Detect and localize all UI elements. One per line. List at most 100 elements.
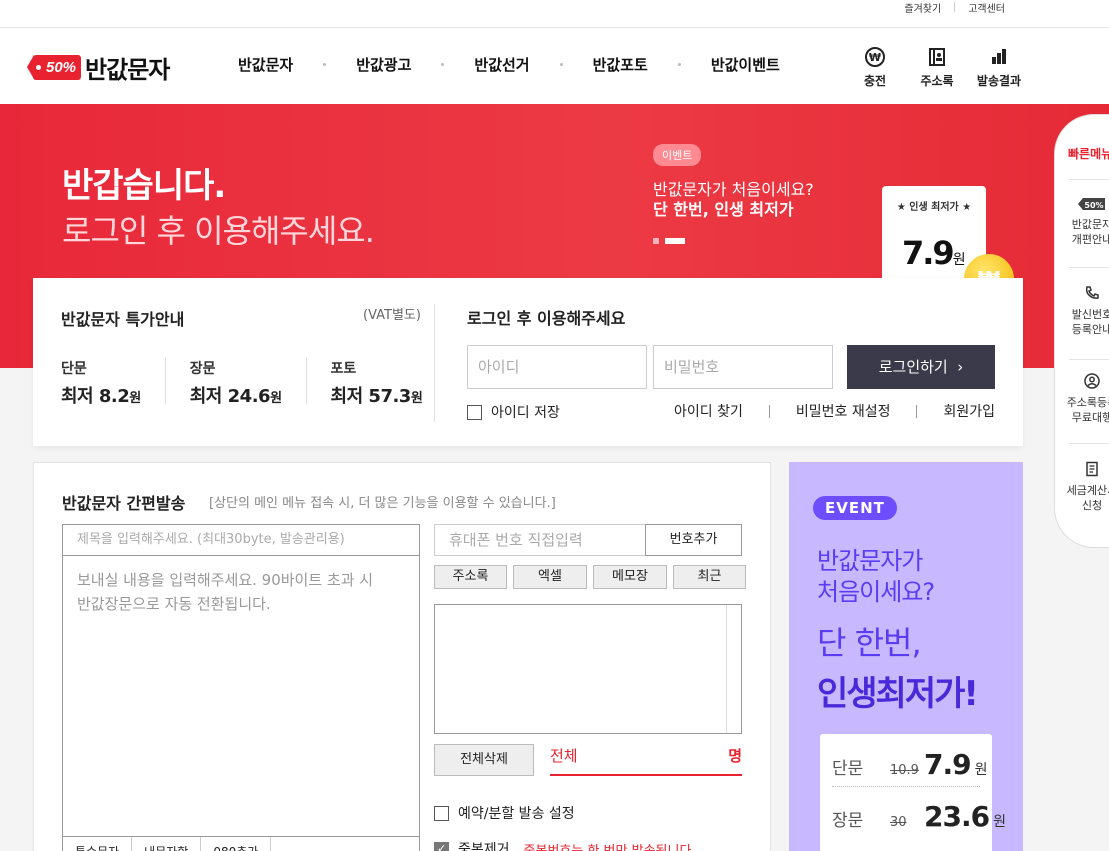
event-line-2[interactable]: 단 한번, 인생 최저가: [653, 196, 794, 220]
checkbox[interactable]: [434, 805, 449, 821]
address-book-label: 주소록: [920, 74, 954, 88]
special-char-button[interactable]: 특수문자: [63, 837, 133, 851]
price-list: 단문 최저 8.2원 장문 최저 24.6원 포토 최저 57.3원: [61, 358, 470, 407]
price-short: 단문 최저 8.2원: [61, 358, 166, 407]
side-menu-title: 빠른메뉴: [1068, 147, 1109, 161]
divider: [916, 404, 918, 418]
side-item-sender-number[interactable]: 발신번호 등록안내: [1061, 285, 1109, 337]
event-coupon: 단문 10.9 7.9 원 장문 30 23.6 원: [820, 734, 1006, 851]
message-tools: 특수문자 내문자함 080추가: [62, 836, 420, 851]
my-messages-button[interactable]: 내문자함: [132, 837, 202, 851]
reserve-checkbox[interactable]: 예약/분할 발송 설정: [434, 803, 575, 823]
coupon-row-short: 단문 10.9 7.9 원: [832, 748, 988, 781]
login-title: 로그인 후 이용해주세요: [467, 309, 626, 328]
support-link[interactable]: 고객센터: [968, 0, 1005, 15]
vat-note: (VAT별도): [363, 308, 421, 323]
nav-dot: [677, 63, 681, 66]
delete-all-button[interactable]: 전체삭제: [434, 744, 534, 776]
logo[interactable]: 50% 반값문자: [26, 50, 170, 85]
quick-send-title: 반값문자 간편발송: [62, 494, 186, 513]
chevron-right-icon: ›: [957, 358, 964, 376]
nav-item-halfsms[interactable]: 반값문자: [238, 54, 293, 75]
pager-dot[interactable]: [653, 238, 659, 244]
nav-item-halfevent[interactable]: 반값이벤트: [711, 54, 780, 75]
scrollbar[interactable]: [726, 605, 741, 733]
svg-text:50%: 50%: [1084, 201, 1103, 210]
excel-source-button[interactable]: 엑셀: [513, 565, 587, 589]
source-buttons: 주소록 엑셀 메모장 최근: [434, 565, 752, 589]
dedup-note: 중복번호는 한 번만 발송됩니다: [523, 843, 692, 851]
add-number-button[interactable]: 번호추가: [645, 524, 742, 556]
recipient-list[interactable]: [434, 604, 742, 734]
nav-dot: [323, 63, 327, 66]
checkbox-checked[interactable]: [434, 841, 449, 851]
recent-source-button[interactable]: 최근: [673, 565, 746, 589]
charge-button[interactable]: ₩ 충전: [844, 46, 906, 89]
nav-dot: [441, 63, 445, 66]
side-item-address-register[interactable]: 주소록등록 무료대행: [1061, 373, 1109, 425]
nav-item-halfphoto[interactable]: 반값포토: [593, 54, 648, 75]
coupon-row-long: 장문 30 23.6 원: [832, 800, 1006, 833]
bar-chart-icon: [992, 49, 1006, 64]
address-book-source-button[interactable]: 주소록: [434, 565, 507, 589]
logo-badge: 50%: [26, 55, 82, 80]
address-book-button[interactable]: 주소록: [906, 46, 968, 89]
subject-input[interactable]: 제목을 입력해주세요. (최대30byte, 발송관리용): [62, 524, 420, 556]
utility-bar: 즐겨찾기 고객센터: [0, 0, 1109, 28]
divider: [768, 404, 770, 418]
header: 50% 반값문자 반값문자 반값광고 반값선거 반값포토 반값이벤트 ₩ 충전 …: [0, 28, 1109, 104]
side-item-tax-invoice[interactable]: 세금계산서 신청: [1061, 461, 1109, 513]
password-input[interactable]: 비밀번호: [653, 345, 833, 389]
quick-send-panel: 반값문자 간편발송 [상단의 메인 메뉴 접속 시, 더 많은 기능을 이용할 …: [33, 462, 771, 851]
bookmark-link[interactable]: 즐겨찾기: [904, 0, 941, 15]
phone-icon: [1085, 286, 1099, 299]
notepad-source-button[interactable]: 메모장: [593, 565, 667, 589]
user-circle-icon: [1084, 373, 1100, 389]
event-badge: 이벤트: [653, 144, 702, 166]
hero-title: 반갑습니다.: [62, 166, 226, 206]
promo-title: 반값문자 특가안내: [61, 310, 185, 329]
dedup-checkbox[interactable]: 중복제거 중복번호는 한 번만 발송됩니다: [434, 839, 691, 851]
side-item-renewal[interactable]: 50% 반값문자 개편안내: [1061, 197, 1109, 247]
event-headline: 반값문자가 처음이세요?: [817, 547, 935, 606]
message-textarea[interactable]: 보내실 내용을 입력해주세요. 90바이트 초과 시 반값장문으로 자동 전환됩…: [62, 555, 420, 837]
nav-item-halfad[interactable]: 반값광고: [356, 54, 411, 75]
promo-login-panel: 반값문자 특가안내 (VAT별도) 단문 최저 8.2원 장문 최저 24.6원…: [33, 278, 1023, 446]
main-nav: 반값문자 반값광고 반값선거 반값포토 반값이벤트: [238, 54, 780, 75]
header-quick-icons: ₩ 충전 주소록 발송결과: [844, 46, 1030, 89]
add-080-button[interactable]: 080추가: [201, 837, 272, 851]
won-coin-icon: ₩: [865, 47, 885, 67]
event-banner[interactable]: EVENT 반값문자가 처음이세요? 단 한번, 인생최저가! 단문 10.9 …: [789, 462, 1023, 851]
reset-password-link[interactable]: 비밀번호 재설정: [796, 401, 891, 421]
coupon-divider: [832, 786, 980, 787]
divider: [1069, 267, 1109, 268]
checkbox[interactable]: [467, 404, 482, 420]
utility-links: 즐겨찾기 고객센터: [904, 0, 1005, 15]
id-input[interactable]: 아이디: [467, 345, 647, 389]
ticket-label: ★ 인생 최저가 ★: [896, 202, 972, 213]
panel-divider: [434, 304, 435, 422]
side-quick-menu: 빠른메뉴 50% 반값문자 개편안내 발신번호 등록안내 주소록등록 무료대행 …: [1054, 114, 1109, 548]
divider: [1069, 359, 1109, 360]
divider: [1069, 443, 1109, 444]
find-id-link[interactable]: 아이디 찾기: [674, 401, 743, 421]
nav-item-halfelection[interactable]: 반값선거: [474, 54, 529, 75]
ticket-price: 7.9원: [902, 234, 966, 272]
phone-input[interactable]: 휴대폰 번호 직접입력: [434, 524, 646, 556]
logo-text: 반값문자: [85, 56, 170, 84]
nav-dot: [559, 63, 563, 66]
svg-text:₩: ₩: [869, 51, 881, 64]
divider: [1069, 179, 1109, 180]
invoice-icon: [1086, 461, 1098, 477]
charge-label: 충전: [863, 74, 887, 88]
recipient-total: 전체 명: [550, 744, 742, 776]
send-result-label: 발송결과: [976, 74, 1022, 88]
banner-pager: [653, 238, 691, 244]
quick-send-hint: [상단의 메인 메뉴 접속 시, 더 많은 기능을 이용할 수 있습니다.]: [209, 496, 556, 511]
save-id-checkbox[interactable]: 아이디 저장: [467, 402, 560, 422]
login-button[interactable]: 로그인하기 ›: [847, 345, 995, 389]
pager-dot-active[interactable]: [665, 238, 685, 244]
send-result-button[interactable]: 발송결과: [968, 46, 1030, 89]
signup-link[interactable]: 회원가입: [943, 401, 995, 421]
event-subheadline: 단 한번,: [817, 624, 922, 662]
